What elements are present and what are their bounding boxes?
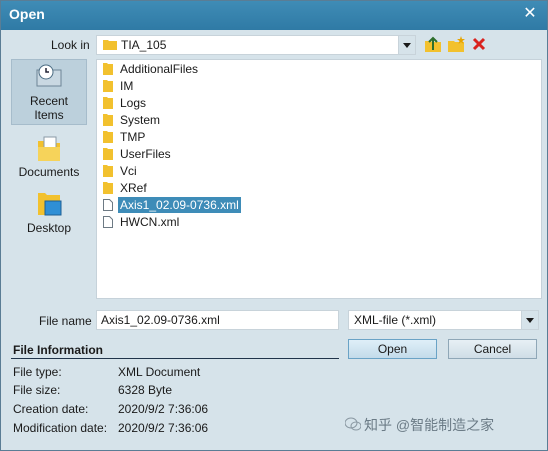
file-icon: [103, 199, 113, 211]
file-name: AdditionalFiles: [120, 62, 199, 76]
file-name-input[interactable]: Axis1_02.09-0736.xml: [96, 310, 339, 330]
new-folder-icon[interactable]: [447, 35, 465, 53]
place-recent-items[interactable]: Recent Items: [11, 59, 87, 125]
info-value: 2020/9/2 7:36:06: [118, 402, 209, 416]
folder-icon: [103, 63, 113, 75]
file-name: IM: [120, 79, 134, 93]
info-key: File type:: [13, 365, 62, 379]
info-value: 6328 Byte: [118, 383, 173, 397]
file-name: XRef: [120, 181, 147, 195]
look-in-combo[interactable]: TIA_105: [96, 35, 416, 55]
file-name: Axis1_02.09-0736.xml: [118, 197, 241, 213]
file-type-value: XML-file (*.xml): [354, 313, 437, 327]
place-documents[interactable]: Documents: [11, 133, 87, 183]
cancel-button[interactable]: Cancel: [448, 339, 537, 359]
places-bar: Recent Items Documents Desktop: [11, 57, 89, 287]
desktop-icon: [38, 193, 62, 216]
place-label: Items: [34, 108, 64, 122]
file-name: TMP: [120, 130, 146, 144]
delete-icon[interactable]: [470, 35, 488, 53]
look-in-value: TIA_105: [121, 38, 167, 52]
place-label: Desktop: [26, 221, 72, 235]
folder-icon: [103, 148, 113, 160]
file-name-label: File name: [39, 314, 92, 328]
folder-icon: [103, 114, 113, 126]
window-title: Open: [9, 6, 45, 22]
close-icon[interactable]: ✕: [521, 5, 539, 23]
folder-icon: [103, 165, 113, 177]
file-name: HWCN.xml: [120, 215, 180, 229]
info-value: 2020/9/2 7:36:06: [118, 421, 209, 435]
open-dialog: Open ✕ Look in TIA_105 Recent Items Docu…: [0, 0, 548, 451]
info-key: Modification date:: [13, 421, 108, 435]
watermark-text: 知乎 @智能制造之家: [364, 417, 495, 433]
file-list[interactable]: AdditionalFiles IM Logs System TMP UserF…: [96, 59, 542, 299]
recent-items-icon: [36, 64, 62, 87]
title-bar[interactable]: Open ✕: [1, 1, 547, 30]
chevron-down-icon[interactable]: [521, 311, 538, 329]
watermark-icon: [345, 417, 361, 431]
documents-icon: [38, 136, 60, 161]
file-name: System: [120, 113, 161, 127]
info-key: File size:: [13, 383, 61, 397]
file-icon: [103, 216, 113, 228]
place-label: Documents: [18, 165, 80, 179]
up-folder-icon[interactable]: [424, 35, 442, 53]
place-label: Recent: [29, 94, 69, 108]
folder-icon: [103, 40, 117, 50]
file-type-select[interactable]: XML-file (*.xml): [348, 310, 539, 330]
info-value: XML Document: [118, 365, 201, 379]
folder-icon: [103, 97, 113, 109]
chevron-down-icon[interactable]: [398, 36, 415, 54]
folder-icon: [103, 131, 113, 143]
folder-icon: [103, 80, 113, 92]
file-name: Vci: [120, 164, 137, 178]
file-info-title: File Information: [13, 343, 103, 357]
folder-icon: [103, 182, 113, 194]
open-button[interactable]: Open: [348, 339, 437, 359]
info-key: Creation date:: [13, 402, 89, 416]
divider: [11, 358, 339, 359]
place-desktop[interactable]: Desktop: [11, 187, 87, 237]
file-name: UserFiles: [120, 147, 171, 161]
file-name: Logs: [120, 96, 147, 110]
look-in-label: Look in: [51, 38, 90, 52]
